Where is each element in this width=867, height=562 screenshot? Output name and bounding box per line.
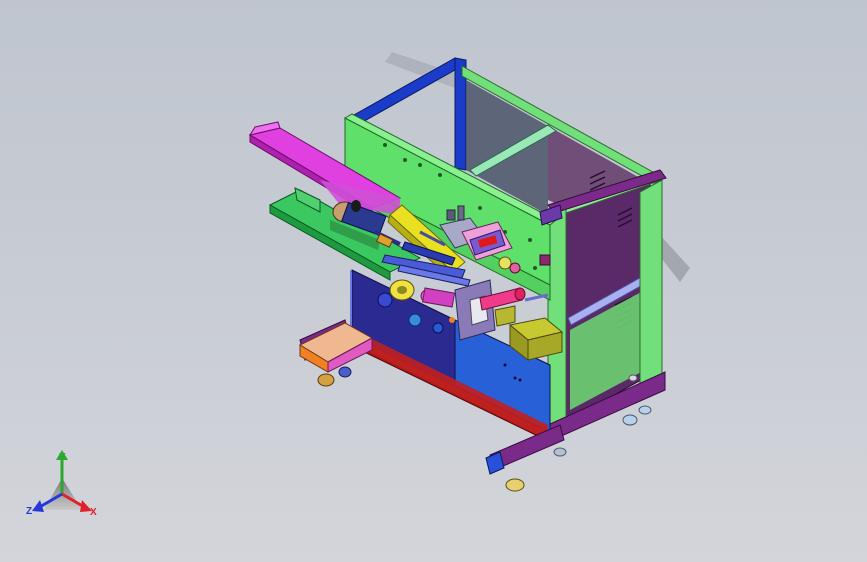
- cad-graphics-viewport[interactable]: Y X Z: [0, 0, 867, 562]
- z-axis-label: Z: [26, 506, 32, 517]
- orientation-triad[interactable]: Y X Z: [22, 448, 108, 524]
- y-axis-label: Y: [59, 452, 66, 463]
- x-axis-label: X: [90, 507, 97, 518]
- machine-assembly-model[interactable]: [0, 0, 867, 562]
